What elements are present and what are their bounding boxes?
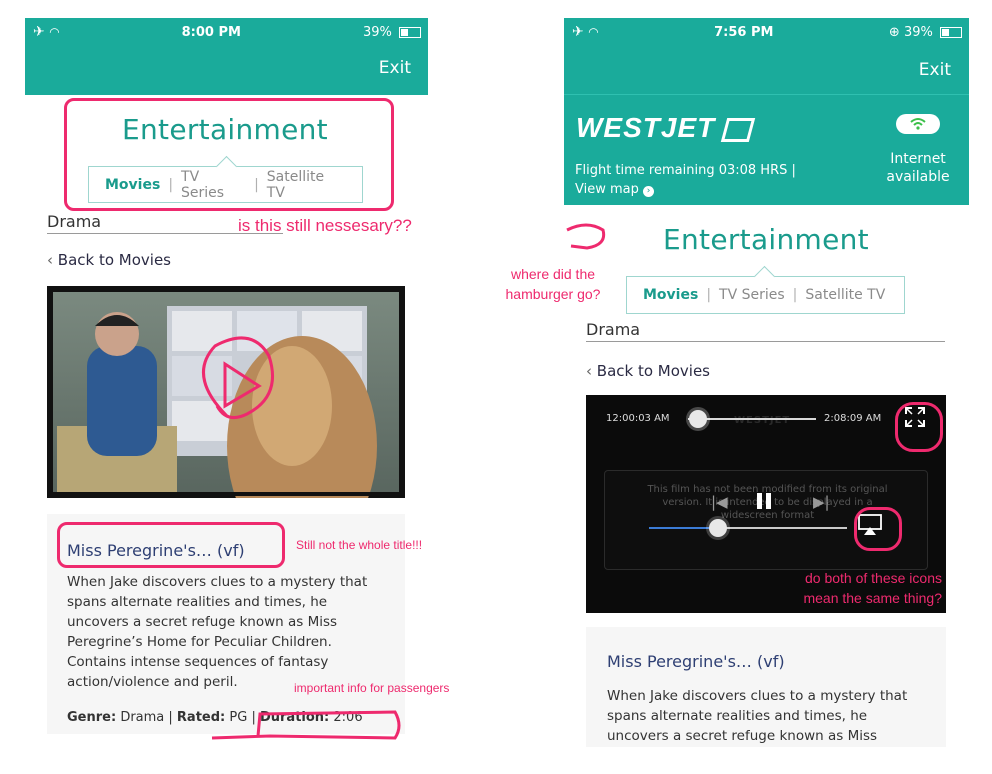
- movie-description: When Jake discovers clues to a mystery t…: [607, 686, 927, 746]
- movie-title: Miss Peregrine's… (vf): [607, 652, 785, 671]
- westjet-mark-icon: [720, 117, 756, 142]
- genre-label: Genre:: [67, 710, 117, 725]
- video-thumbnail[interactable]: [47, 286, 405, 498]
- back-to-movies-link[interactable]: ‹ Back to Movies: [586, 362, 710, 380]
- pause-icon[interactable]: [757, 493, 771, 513]
- internet-line-2: available: [886, 169, 950, 185]
- battery-indicator: 39%: [363, 25, 421, 40]
- annotation-underline-duration: [211, 710, 401, 740]
- description-line: uncovers a secret refuge known as Miss: [607, 728, 878, 744]
- annotation-box-title: [57, 522, 285, 568]
- status-time: 8:00 PM: [181, 24, 241, 40]
- wifi-icon: [910, 118, 926, 130]
- movie-details-card: Miss Peregrine's… (vf) When Jake discove…: [586, 627, 946, 747]
- description-line: spans alternate realities and times, he: [607, 708, 868, 724]
- view-map-link[interactable]: View map ›: [575, 182, 655, 197]
- annotation-box-tabs: [64, 98, 394, 211]
- right-app-header: ✈ ◠ 7:56 PM ⊕ 39% Exit WESTJET Flight ti…: [564, 18, 969, 205]
- annotation-hamburger-line-1: where did the: [510, 266, 596, 282]
- internet-line-1: Internet: [890, 151, 946, 167]
- wifi-badge: [896, 114, 940, 134]
- right-status-bar: ✈ ◠ 7:56 PM ⊕ 39%: [572, 24, 962, 40]
- header-divider: [564, 94, 969, 95]
- annotation-title: Still not the whole title!!!: [296, 538, 423, 552]
- category-tabs: Movies | TV Series | Satellite TV: [626, 265, 905, 314]
- current-time: 12:00:03 AM: [606, 413, 670, 424]
- volume-bar[interactable]: [649, 519, 847, 537]
- annotation-circle-fullscreen: [895, 402, 943, 452]
- tab-caret: [753, 265, 776, 288]
- chevron-left-icon: ‹: [47, 251, 53, 269]
- battery-percent: 39%: [362, 24, 392, 40]
- watermark: WESTJET: [734, 415, 791, 426]
- internet-status: Internet available: [877, 150, 959, 186]
- annotation-hamburger-scribble: [566, 223, 606, 250]
- airplane-wifi-icons: ✈ ◠: [572, 24, 599, 40]
- skip-back-icon[interactable]: |◀: [711, 493, 728, 511]
- view-map-label: View map: [575, 182, 639, 197]
- westjet-logo: WESTJET: [576, 112, 756, 144]
- annotation-circle-airplay: [854, 507, 902, 551]
- back-label: Back to Movies: [596, 362, 710, 380]
- volume-fill: [649, 527, 719, 529]
- exit-button[interactable]: Exit: [919, 60, 951, 80]
- annotation-important: important info for passengers: [294, 681, 450, 695]
- movie-description: When Jake discovers clues to a mystery t…: [67, 574, 368, 690]
- battery-percent: 39%: [903, 24, 933, 40]
- annotation-necessary: is this still nessesary??: [238, 216, 412, 235]
- end-time: 2:08:09 AM: [824, 413, 882, 424]
- exit-button[interactable]: Exit: [379, 58, 411, 78]
- orientation-lock-icon: ⊕: [888, 24, 900, 40]
- annotation-icons: do both of these icons mean the same thi…: [760, 568, 942, 608]
- arrow-right-circle-icon: ›: [643, 186, 655, 197]
- annotation-icons-line-1: do both of these icons: [805, 570, 942, 586]
- seek-knob[interactable]: [689, 410, 708, 428]
- seek-bar[interactable]: [688, 410, 816, 428]
- tab-movies[interactable]: Movies: [635, 287, 706, 303]
- back-to-movies-link[interactable]: ‹ Back to Movies: [47, 251, 171, 269]
- annotation-hamburger-line-2: hamburger go?: [505, 286, 601, 302]
- category-label: Drama: [586, 320, 945, 342]
- left-status-bar: ✈ ︎◠ 8:00 PM 39%: [33, 24, 421, 40]
- skip-forward-icon[interactable]: ▶|: [813, 493, 830, 511]
- genre-value: Drama: [120, 710, 165, 725]
- description-line: When Jake discovers clues to a mystery t…: [607, 688, 908, 704]
- tab-satellite-tv[interactable]: Satellite TV: [797, 287, 893, 303]
- page-title: Entertainment: [663, 223, 869, 256]
- annotation-icons-line-2: mean the same thing?: [803, 590, 942, 606]
- battery-icon: [940, 26, 962, 38]
- back-label: Back to Movies: [57, 251, 171, 269]
- annotation-hamburger: where did the hamburger go?: [493, 264, 613, 304]
- play-annotation: [201, 336, 274, 420]
- chevron-left-icon: ‹: [586, 362, 592, 380]
- airplane-wifi-icons: ✈ ︎◠: [33, 24, 60, 40]
- battery-indicator: ⊕ 39%: [889, 25, 962, 40]
- battery-icon: [398, 26, 421, 38]
- tab-tv-series[interactable]: TV Series: [711, 287, 793, 303]
- brand-name: WESTJET: [576, 112, 716, 143]
- status-time: 7:56 PM: [714, 24, 774, 40]
- flight-time: Flight time remaining 03:08 HRS |: [575, 163, 796, 178]
- left-app-header: ✈ ︎◠ 8:00 PM 39% Exit: [25, 18, 428, 95]
- volume-knob[interactable]: [709, 519, 728, 537]
